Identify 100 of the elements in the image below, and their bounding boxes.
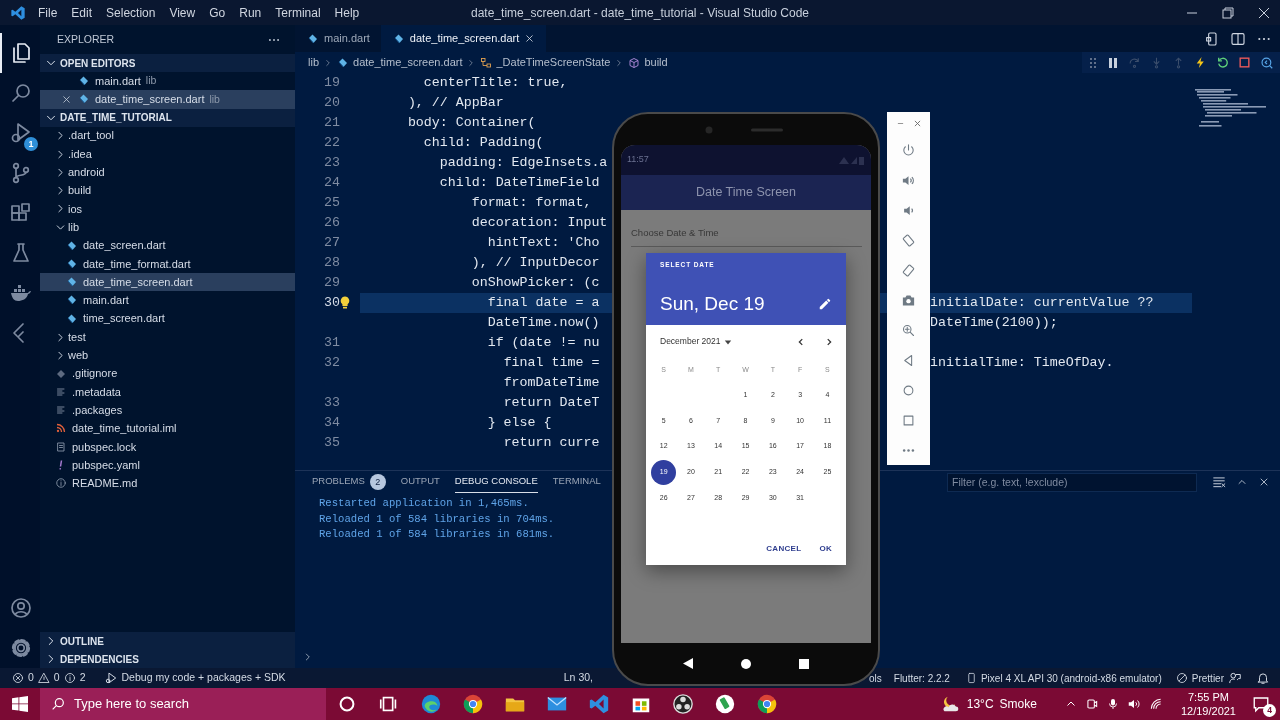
menu-item[interactable]: File [31,3,65,22]
obs-icon[interactable] [672,693,694,715]
search-icon[interactable] [9,81,33,105]
speaker-icon[interactable] [1126,697,1141,711]
wifi-icon[interactable] [1148,697,1163,711]
section-header[interactable]: OUTLINE [40,632,295,650]
chrome-icon[interactable] [462,693,484,715]
vscode-icon[interactable] [588,693,610,715]
feedback-icon[interactable] [1228,671,1242,685]
stop-icon[interactable] [1238,56,1251,69]
pause-icon[interactable] [1107,56,1119,69]
menu-item[interactable]: Edit [64,3,100,22]
chevron-right-icon[interactable] [824,336,834,347]
close-icon[interactable] [1258,476,1270,488]
editor-tab[interactable]: main.dart [295,25,381,52]
back-icon[interactable] [683,658,693,669]
account-icon[interactable] [9,596,33,620]
device-label[interactable]: Pixel 4 XL API 30 (android-x86 emulator) [980,670,1162,686]
chrome-icon[interactable] [756,693,778,715]
folder-row[interactable]: lib [40,218,295,237]
filter-field[interactable]: Filter (e.g. text, !exclude) [947,472,1197,492]
explorer-entry[interactable]: date_screen.dart [40,236,295,255]
camera-icon[interactable] [901,293,916,308]
recents-icon[interactable] [799,658,809,669]
chevron-left-icon[interactable] [796,336,806,347]
moon-cloud-icon[interactable] [940,695,961,713]
notifications-icon[interactable] [1252,695,1270,714]
open-editor-item[interactable]: main.dart lib [40,72,295,91]
zoom-icon[interactable] [901,322,916,338]
explorer-entry[interactable]: main.dart [40,291,295,310]
breadcrumb-item[interactable]: date_time_screen.dart [337,54,463,71]
dialog-button[interactable]: OK [815,540,836,557]
breadcrumb-item[interactable]: build [628,54,668,71]
folder-row[interactable]: android [40,163,295,182]
devtools-label[interactable]: ols [869,670,882,686]
explorer-entry[interactable]: pubspec.lock [40,437,295,456]
close-icon[interactable] [61,93,72,105]
pencil-icon[interactable] [818,297,832,311]
open-editor-item[interactable]: date_time_screen.dart lib [40,90,295,109]
menu-item[interactable]: Run [232,3,269,22]
windows-logo-icon[interactable] [12,696,28,712]
edge-icon[interactable] [420,693,442,715]
folder-row[interactable]: .idea [40,144,295,164]
home-icon[interactable] [741,658,751,669]
explorer-entry[interactable]: .packages [40,401,295,420]
close-icon[interactable] [524,33,536,44]
lightbulb-icon[interactable] [340,296,350,309]
explorer-entry[interactable]: pubspec.yaml [40,455,295,475]
section-header[interactable]: OPEN EDITORS [40,54,295,72]
flutter-version[interactable]: Flutter: 2.2.2 [893,670,950,686]
device-icon[interactable] [1204,30,1220,47]
bell-icon[interactable] [1256,671,1270,685]
section-header[interactable]: DEPENDENCIES [40,650,295,668]
editor-tab[interactable]: date_time_screen.dart [380,25,547,52]
devtools-icon[interactable] [1260,55,1274,70]
explorer-entry[interactable]: date_time_format.dart [40,254,295,273]
lightning-icon[interactable] [1194,56,1207,69]
phone-app-icon[interactable] [714,693,736,715]
dialog-button[interactable]: CANCEL [762,540,806,557]
restart-icon[interactable] [1216,56,1229,69]
panel-tab[interactable]: OUTPUT [400,471,440,493]
microphone-icon[interactable] [1106,697,1119,711]
split-editor-icon[interactable] [1230,30,1246,47]
weather-label[interactable]: Smoke [999,695,1037,713]
menu-item[interactable]: View [162,3,203,22]
rotate-right-icon[interactable] [901,263,916,279]
explorer-entry[interactable]: date_time_tutorial.iml [40,419,295,438]
breadcrumb-item[interactable]: _DateTimeScreenState [480,54,611,71]
folder-row[interactable]: test [40,327,295,347]
cursor-position[interactable]: Ln 30, [563,670,593,686]
folder-row[interactable]: web [40,346,295,365]
folder-row[interactable]: ios [40,199,295,219]
temperature-label[interactable]: 13°C [966,695,994,713]
power-icon[interactable] [901,143,916,159]
explorer-entry[interactable]: time_screen.dart [40,309,295,328]
restore-icon[interactable] [1222,6,1234,19]
explorer-entry[interactable]: README.md [40,474,295,493]
clock-time[interactable]: 7:55 PM [1188,690,1229,704]
prompt-chevron-icon[interactable] [303,650,313,663]
explorer-entry[interactable]: .metadata [40,382,295,402]
debug-run-icon[interactable] [103,671,118,685]
panel-tab[interactable]: DEBUG CONSOLE [454,471,538,493]
panel-tab[interactable]: TERMINAL [552,471,601,493]
clear-console-icon[interactable] [1212,475,1226,489]
overview-icon[interactable] [901,412,916,428]
meet-icon[interactable] [1084,697,1099,711]
explorer-entry[interactable]: date_time_screen.dart [40,272,295,292]
folder-row[interactable]: build [40,181,295,200]
panel-tab[interactable]: PROBLEMS 2 [312,471,386,493]
explorer-entry[interactable]: .gitignore [40,364,295,383]
debug-config-label[interactable]: Debug my code + packages + SDK [121,670,286,686]
formatter-label[interactable]: Prettier [1191,670,1224,686]
menu-item[interactable]: Selection [99,3,163,22]
search-field[interactable]: Type here to search [40,688,326,720]
menu-item[interactable]: Go [202,3,233,22]
play-bug-icon[interactable] [9,121,33,145]
clock-date[interactable]: 12/19/2021 [1180,704,1236,718]
settings-icon[interactable] [9,636,33,660]
rotate-left-icon[interactable] [901,233,916,249]
month-selector[interactable]: December 2021 [660,335,721,349]
